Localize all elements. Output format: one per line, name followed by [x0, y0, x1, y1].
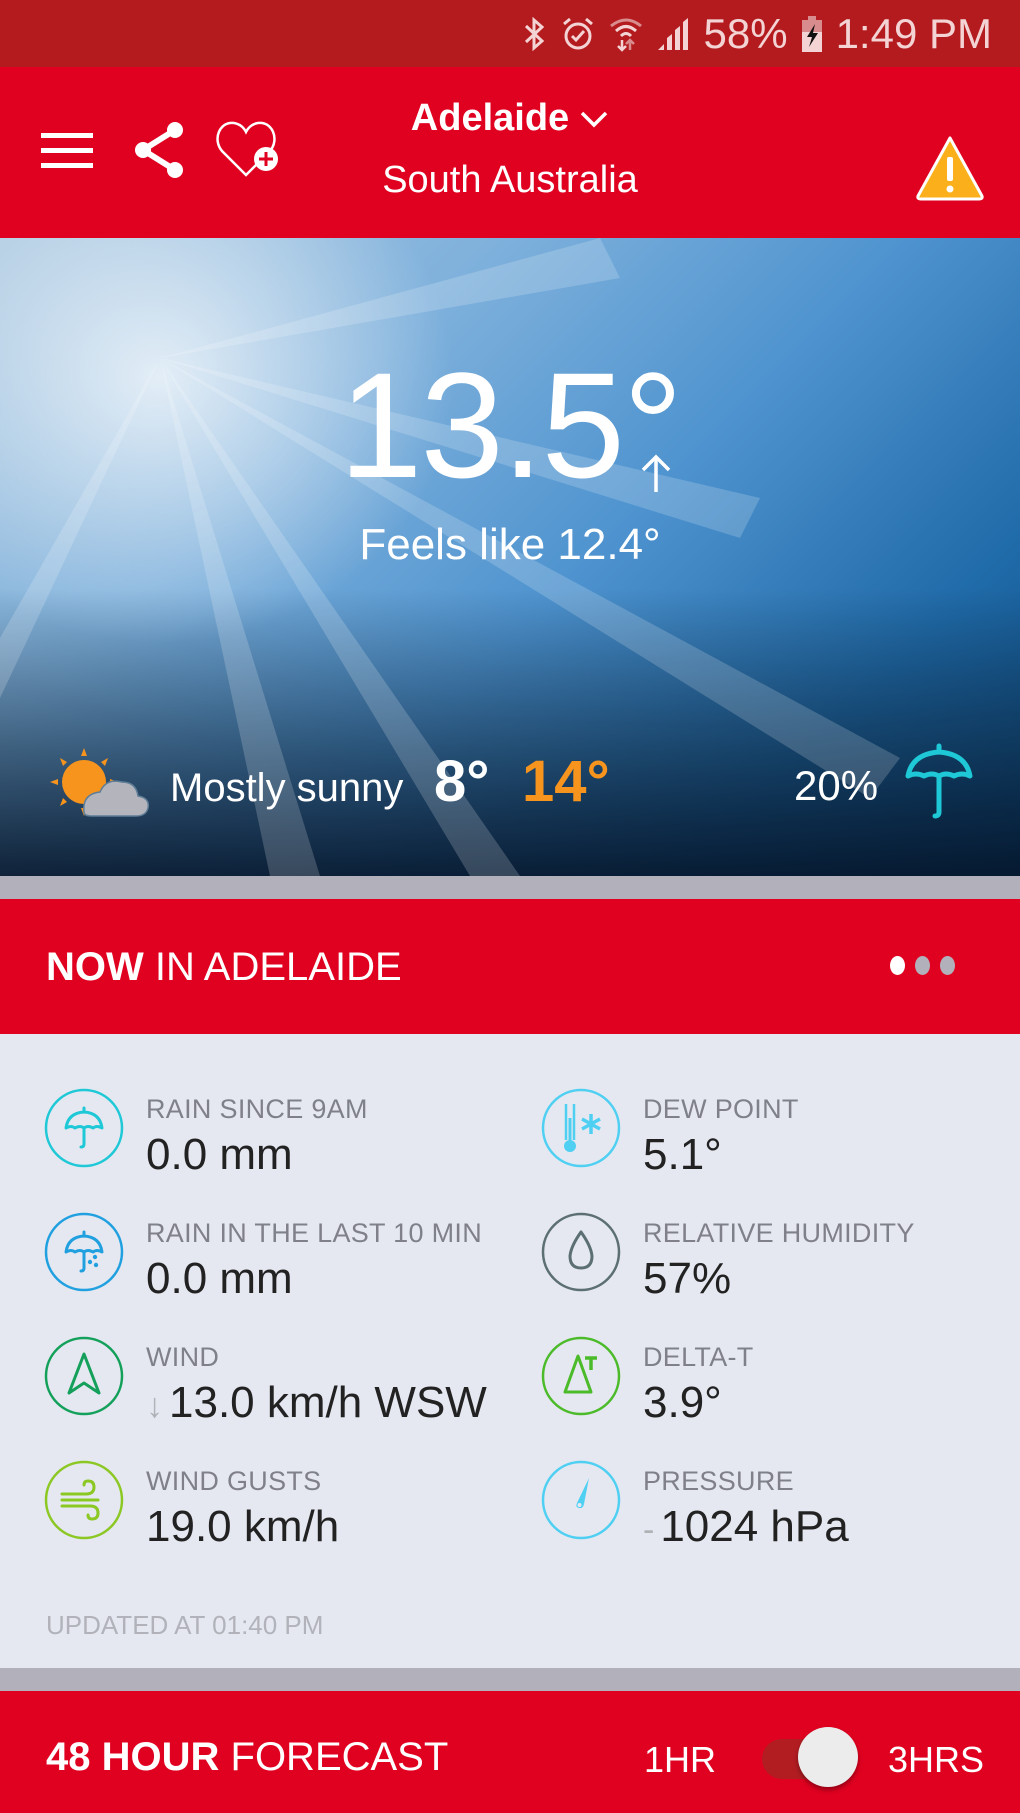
observation-relative-humidity: RELATIVE HUMIDITY 57%: [541, 1212, 1020, 1322]
warning-icon: [916, 136, 984, 201]
wind-gusts-icon: [44, 1460, 124, 1540]
forecast-section-title: 48 HOUR FORECAST: [46, 1735, 449, 1779]
warnings-button[interactable]: [914, 133, 986, 203]
observation-pressure: PRESSURE -1024 hPa: [541, 1460, 1020, 1570]
max-temperature: 14°: [522, 749, 610, 814]
current-conditions: 13.5° Feels like 12.4° Mostly sunny 8° 1…: [0, 238, 1020, 876]
wind-direction-icon: [44, 1336, 124, 1416]
observation-dew-point: DEW POINT 5.1°: [541, 1088, 1020, 1198]
city-name: Adelaide: [410, 97, 570, 139]
toggle-knob[interactable]: [798, 1727, 858, 1787]
menu-button[interactable]: [36, 123, 98, 179]
observation-wind: WIND ↓ 13.0 km/h WSW: [44, 1336, 524, 1446]
observation-rain-last-10-min: RAIN IN THE LAST 10 MIN 0.0 mm: [44, 1212, 524, 1322]
observations-panel: RAIN SINCE 9AM 0.0 mm DEW POINT 5.1° RAI…: [0, 1034, 1020, 1668]
section-divider: [0, 876, 1020, 899]
forecast-section-header: 48 HOUR FORECAST 1HR 3HRS: [0, 1691, 1020, 1813]
now-section-header: NOW IN ADELAIDE: [0, 899, 1020, 1034]
clock: 1:49 PM: [835, 9, 992, 57]
umbrella-icon: [905, 743, 973, 819]
interval-toggle[interactable]: [762, 1727, 858, 1791]
umbrella-icon: [44, 1088, 124, 1168]
share-button[interactable]: [128, 117, 190, 183]
mostly-sunny-icon: [50, 748, 150, 817]
state-name: South Australia: [382, 159, 638, 201]
app-bar: Adelaide South Australia: [0, 67, 1020, 238]
wind-trend-down-icon: ↓: [146, 1387, 163, 1425]
pressure-trend-steady-icon: -: [643, 1511, 655, 1549]
current-temperature: 13.5°: [339, 341, 683, 509]
rain-chance: 20%: [794, 762, 879, 809]
status-bar: 58% 1:49 PM: [0, 0, 1020, 67]
interval-option-1hr[interactable]: 1HR: [644, 1739, 716, 1781]
alarm-icon: [560, 16, 596, 52]
bluetooth-icon: [522, 16, 548, 52]
feels-like: Feels like 12.4°: [359, 520, 661, 569]
min-temperature: 8°: [434, 749, 490, 814]
battery-charging-icon: [800, 15, 824, 53]
observation-rain-since-9am: RAIN SINCE 9AM 0.0 mm: [44, 1088, 524, 1198]
menu-icon: [41, 133, 93, 168]
condition-text: Mostly sunny: [170, 766, 404, 810]
interval-option-3hrs[interactable]: 3HRS: [888, 1739, 984, 1781]
umbrella-rain-icon: [44, 1212, 124, 1292]
water-drop-icon: [541, 1212, 621, 1292]
page-dot-3[interactable]: [940, 956, 955, 975]
section-divider: [0, 1668, 1020, 1691]
signal-icon: [656, 16, 692, 52]
wifi-icon: [608, 16, 644, 52]
page-indicator[interactable]: [890, 956, 955, 975]
trend-up-icon: [641, 454, 671, 492]
share-icon: [135, 122, 183, 178]
chevron-down-icon: [580, 111, 608, 127]
delta-t-icon: [541, 1336, 621, 1416]
forecast-summary[interactable]: Mostly sunny 8° 14° 20%: [0, 740, 1020, 830]
battery-percent: 58%: [703, 9, 788, 57]
now-section-title: NOW IN ADELAIDE: [46, 945, 402, 989]
updated-timestamp: UPDATED AT 01:40 PM: [46, 1610, 324, 1640]
add-favourite-icon: [216, 121, 278, 177]
page-dot-2[interactable]: [915, 956, 930, 975]
thermometer-snow-icon: [541, 1088, 621, 1168]
observation-delta-t: DELTA-T 3.9°: [541, 1336, 1020, 1446]
page-dot-1[interactable]: [890, 956, 905, 975]
add-favourite-button[interactable]: [212, 115, 288, 183]
location-selector[interactable]: Adelaide: [300, 97, 720, 140]
observation-wind-gusts: WIND GUSTS 19.0 km/h: [44, 1460, 524, 1570]
pressure-gauge-icon: [541, 1460, 621, 1540]
